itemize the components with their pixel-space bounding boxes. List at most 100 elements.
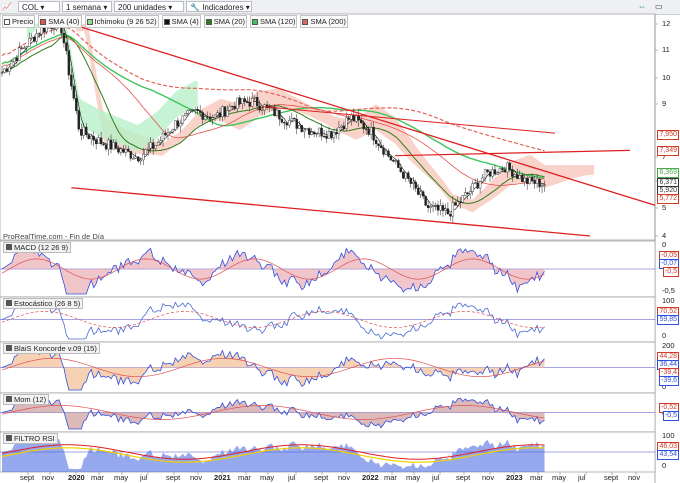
- candle-body: [342, 125, 346, 129]
- candle-body: [473, 182, 477, 184]
- candle-body: [374, 139, 378, 144]
- candle-body: [488, 171, 492, 177]
- candle-body: [416, 188, 420, 195]
- candle-body: [243, 98, 246, 102]
- candle-body: [491, 169, 494, 177]
- candle-body: [80, 128, 83, 136]
- candle-body: [322, 135, 326, 138]
- x-tick-label: may: [552, 473, 567, 482]
- chart-canvas[interactable]: [0, 0, 680, 483]
- legend-item[interactable]: SMA (20): [203, 15, 248, 28]
- y-tick-label: 11: [662, 45, 670, 54]
- source-label: ProRealTime.com - Fin de Día: [3, 232, 105, 241]
- panel-title-macd[interactable]: MACD (12 26 9): [3, 242, 72, 253]
- candle-body: [186, 110, 189, 114]
- candle-body: [449, 213, 452, 217]
- candle-body: [146, 147, 150, 150]
- panel-tick: 100: [662, 296, 675, 305]
- legend-item[interactable]: SMA (40): [38, 15, 82, 28]
- candle-body: [330, 131, 333, 139]
- candle-body: [258, 105, 261, 111]
- panel-title-rsi[interactable]: FILTRO RSI: [3, 433, 58, 444]
- panel-title-mom[interactable]: Mom (12): [3, 394, 50, 405]
- panel-title: BlaiS Koncorde v.09 (15): [14, 344, 97, 353]
- candle-body: [461, 195, 464, 203]
- x-tick-label: 2023: [506, 473, 523, 482]
- legend-swatch: [302, 18, 309, 25]
- y-tick-label: 12: [662, 19, 671, 28]
- y-tick-label: 10: [662, 73, 671, 82]
- candle-body: [109, 139, 113, 150]
- candle-body: [169, 131, 172, 133]
- candle-body: [332, 131, 336, 139]
- candle-body: [92, 136, 95, 141]
- legend-label: SMA (40): [48, 17, 80, 26]
- panel-value-tag: -39,6: [659, 376, 679, 386]
- candle-body: [446, 208, 450, 215]
- candle-body: [218, 112, 222, 117]
- legend-item[interactable]: SMA (120): [250, 15, 298, 28]
- x-tick-label: mar: [238, 473, 251, 482]
- x-tick-label: jul: [578, 473, 586, 482]
- candle-body: [82, 126, 85, 136]
- legend-label: Ichimoku (9 26 52): [94, 17, 157, 26]
- candle-body: [104, 144, 108, 150]
- candle-body: [70, 74, 73, 87]
- candle-body: [151, 142, 155, 149]
- candle-body: [478, 181, 482, 189]
- candle-body: [77, 110, 80, 130]
- legend-swatch: [163, 18, 170, 25]
- candle-body: [421, 191, 425, 197]
- candle-body: [62, 32, 66, 44]
- candle-body: [469, 191, 472, 194]
- legend-item[interactable]: SMA (200): [300, 15, 348, 28]
- candle-body: [52, 28, 56, 30]
- candle-body: [134, 156, 137, 159]
- candle-body: [379, 145, 383, 148]
- candle-body: [506, 162, 509, 173]
- legend-item[interactable]: SMA (4): [161, 15, 201, 28]
- candle-body: [307, 128, 311, 135]
- candle-body: [156, 142, 160, 146]
- panel-title-koncorde[interactable]: BlaiS Koncorde v.09 (15): [3, 343, 100, 354]
- candle-body: [161, 132, 165, 141]
- panel-tick: 0: [662, 461, 667, 470]
- panel-title-stoch[interactable]: Estocástico (26 8 5): [3, 298, 84, 309]
- candle-body: [303, 129, 306, 132]
- candle-body: [171, 129, 175, 133]
- candle-body: [327, 131, 331, 139]
- candle-body: [295, 118, 298, 129]
- x-tick-label: nov: [482, 473, 495, 482]
- candle-body: [325, 135, 328, 139]
- candle-body: [409, 178, 412, 184]
- candle-body: [364, 128, 368, 130]
- candle-body: [340, 125, 343, 128]
- candle-body: [481, 177, 484, 182]
- candle-body: [352, 114, 355, 122]
- x-tick-label: 2020: [68, 473, 85, 482]
- candle-body: [523, 177, 526, 183]
- candle-body: [280, 119, 284, 123]
- panel-value-tag: -0,5: [662, 411, 679, 421]
- candle-body: [300, 125, 303, 132]
- candle-body: [251, 97, 254, 107]
- candle-body: [483, 169, 487, 179]
- legend-item[interactable]: Precio: [2, 15, 36, 28]
- candle-body: [159, 140, 162, 143]
- x-tick-label: mar: [384, 473, 397, 482]
- candle-body: [75, 98, 78, 111]
- legend-item[interactable]: Ichimoku (9 26 52): [84, 15, 159, 28]
- panel-tick: 0: [662, 331, 667, 340]
- candle-body: [431, 205, 435, 207]
- candle-body: [35, 33, 38, 42]
- candle-body: [486, 169, 489, 172]
- legend-label: SMA (120): [260, 17, 296, 26]
- legend-swatch: [4, 18, 10, 25]
- candle-body: [511, 169, 514, 177]
- candle-body: [471, 183, 474, 192]
- candle-body: [466, 192, 469, 194]
- main-legend: Precio SMA (40) Ichimoku (9 26 52) SMA (4) S…: [2, 15, 351, 28]
- legend-label: SMA (200): [310, 17, 346, 26]
- candle-body: [387, 150, 390, 157]
- candle-body: [498, 168, 502, 174]
